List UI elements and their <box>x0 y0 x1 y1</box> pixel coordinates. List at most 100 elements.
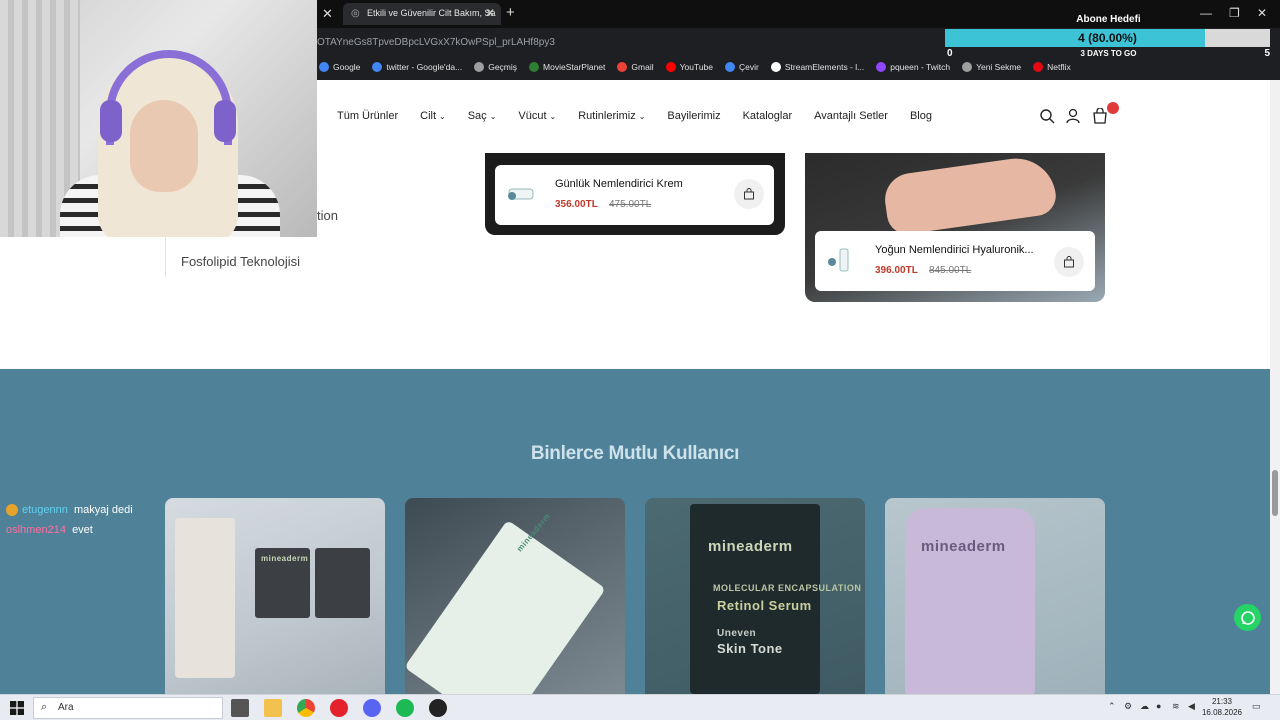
add-to-cart-button[interactable] <box>1054 247 1084 277</box>
network-icon[interactable]: ☁ <box>1140 701 1149 712</box>
gallery-card[interactable]: mineaderm <box>405 498 625 694</box>
bookmark-streamelements[interactable]: StreamElements - l... <box>770 62 864 72</box>
product-tube-image <box>905 508 1035 694</box>
cart-badge <box>1107 102 1119 114</box>
gmail-icon <box>617 62 628 72</box>
search-placeholder: Ara <box>58 702 74 713</box>
clock-date: 16.08.2026 <box>1201 708 1243 717</box>
youtube-icon <box>665 62 676 72</box>
system-clock[interactable]: 21:33 16.08.2026 <box>1201 696 1243 718</box>
add-to-cart-button[interactable] <box>734 179 764 209</box>
obs-icon[interactable] <box>429 699 447 717</box>
nav-hair[interactable]: Saç ⌄ <box>468 110 497 122</box>
bookmark-twitter-search[interactable]: twitter - Google'da... <box>372 62 462 72</box>
gallery-card[interactable]: mineaderm <box>165 498 385 694</box>
bookmark-moviestarplanet[interactable]: MovieStarPlanet <box>529 62 605 72</box>
new-tab-icon[interactable]: + <box>506 4 515 21</box>
goal-days-left: 3 DAYS TO GO <box>1080 49 1137 58</box>
product-box-image <box>175 518 235 678</box>
whatsapp-icon <box>1240 610 1255 625</box>
file-explorer-icon[interactable] <box>264 699 282 717</box>
bookmark-gmail[interactable]: Gmail <box>617 62 654 72</box>
main-nav: Tüm Ürünler Cilt ⌄ Saç ⌄ Vücut ⌄ Rutinlerim… <box>337 110 932 122</box>
wifi-icon[interactable]: ≋ <box>1172 701 1180 712</box>
google-icon <box>372 62 383 72</box>
badge-icon <box>6 504 18 517</box>
windows-start-icon[interactable] <box>10 701 24 715</box>
search-icon[interactable] <box>1039 108 1055 124</box>
opera-icon[interactable] <box>330 699 348 717</box>
product-thumbnail-icon <box>508 188 534 200</box>
task-view-icon[interactable] <box>231 699 249 717</box>
cart-icon[interactable] <box>1092 108 1108 124</box>
clock-time: 21:33 <box>1211 697 1233 706</box>
whatsapp-button[interactable] <box>1234 604 1261 631</box>
page-scrollbar[interactable] <box>1270 80 1280 694</box>
nav-skin[interactable]: Cilt ⌄ <box>420 110 446 122</box>
bookmark-google[interactable]: Google <box>319 62 360 72</box>
webcam-overlay <box>0 0 317 237</box>
nav-dealers[interactable]: Bayilerimiz <box>667 110 720 122</box>
tab-close-icon[interactable]: ✕ <box>485 6 495 20</box>
bookmark-netflix[interactable]: Netflix <box>1033 62 1071 72</box>
taskbar-search-input[interactable]: ⌕ Ara <box>33 697 223 719</box>
streamelements-icon <box>770 62 781 72</box>
bookmark-new-tab[interactable]: Yeni Sekme <box>962 62 1021 72</box>
product-tube-image <box>405 519 606 694</box>
nav-sets[interactable]: Avantajlı Setler <box>814 110 888 122</box>
product-detail-label: Uneven <box>717 628 757 639</box>
chat-text: makyaj dedi <box>74 504 133 516</box>
nav-catalogs[interactable]: Kataloglar <box>743 110 793 122</box>
screen: ✕ ◎ Etkili ve Güvenilir Cilt Bakım, Sa ✕… <box>0 0 1280 720</box>
browser-tab-active[interactable]: ◎ Etkili ve Güvenilir Cilt Bakım, Sa ✕ <box>343 3 501 25</box>
taskbar: ⌕ Ara ⌃ ⚙ ☁ ● ≋ ◀ 21:33 16.08.2026 ▭ <box>0 694 1280 720</box>
volume-icon[interactable]: ◀ <box>1188 701 1195 712</box>
bookmark-translate[interactable]: Çevir <box>725 62 759 72</box>
product-old-price: 475.00TL <box>609 199 652 210</box>
gallery-card[interactable]: mineaderm MOLECULAR ENCAPSULATION Retino… <box>645 498 865 694</box>
brand-label: mineaderm <box>708 538 793 555</box>
chat-username: oslhmen214 <box>6 524 66 536</box>
page-icon <box>962 62 973 72</box>
nav-blog[interactable]: Blog <box>910 110 932 122</box>
google-icon <box>319 62 329 72</box>
product-price: 396.00TL <box>875 265 918 276</box>
twitch-icon <box>876 62 887 72</box>
gallery-card[interactable]: mineaderm <box>885 498 1105 694</box>
stream-chat: etugennn makyaj dedi oslhmen214 evet <box>6 504 133 544</box>
product-name-label: Retinol Serum <box>717 598 812 613</box>
notifications-icon[interactable]: ▭ <box>1252 701 1261 712</box>
product-card[interactable]: Günlük Nemlendirici Krem 356.00TL 475.00… <box>495 165 774 225</box>
close-tab-icon[interactable]: ✕ <box>322 6 333 22</box>
bookmark-history[interactable]: Geçmiş <box>474 62 517 72</box>
search-icon: ⌕ <box>41 701 48 713</box>
feature-text-partial: tion <box>317 208 338 223</box>
tray-app-icon[interactable]: ⚙ <box>1124 701 1132 712</box>
section-title: Binlerce Mutlu Kullanıcı <box>530 443 740 464</box>
tray-chevron-up-icon[interactable]: ⌃ <box>1108 701 1116 712</box>
nav-all-products[interactable]: Tüm Ürünler <box>337 110 398 122</box>
netflix-icon <box>1033 62 1044 72</box>
bookmark-youtube[interactable]: YouTube <box>665 62 713 72</box>
nav-routines[interactable]: Rutinlerimiz ⌄ <box>578 110 645 122</box>
translate-icon <box>725 62 736 72</box>
spotify-icon[interactable] <box>396 699 414 717</box>
chrome-icon[interactable] <box>297 699 315 717</box>
microphone-icon[interactable]: ● <box>1156 701 1161 711</box>
product-name[interactable]: Günlük Nemlendirici Krem <box>555 178 683 190</box>
product-detail-label: Skin Tone <box>717 641 783 656</box>
product-name[interactable]: Yoğun Nemlendirici Hyaluronik... <box>875 244 1034 256</box>
product-card[interactable]: Yoğun Nemlendirici Hyaluronik... 396.00T… <box>815 231 1095 291</box>
brand-label: mineaderm <box>921 538 1006 555</box>
bookmark-twitch[interactable]: pqueen - Twitch <box>876 62 950 72</box>
scroll-thumb[interactable] <box>1272 470 1278 516</box>
nav-body[interactable]: Vücut ⌄ <box>518 110 556 122</box>
chevron-down-icon: ⌄ <box>489 112 497 121</box>
moviestarplanet-icon <box>529 62 540 72</box>
tab-favicon-icon: ◎ <box>351 8 360 19</box>
brand-label: mineaderm <box>261 554 309 563</box>
site-header: Tüm Ürünler Cilt ⌄ Saç ⌄ Vücut ⌄ Rutinlerim… <box>317 80 1280 153</box>
goal-title: Abone Hedefi <box>1076 14 1141 25</box>
discord-icon[interactable] <box>363 699 381 717</box>
user-icon[interactable] <box>1065 108 1081 124</box>
